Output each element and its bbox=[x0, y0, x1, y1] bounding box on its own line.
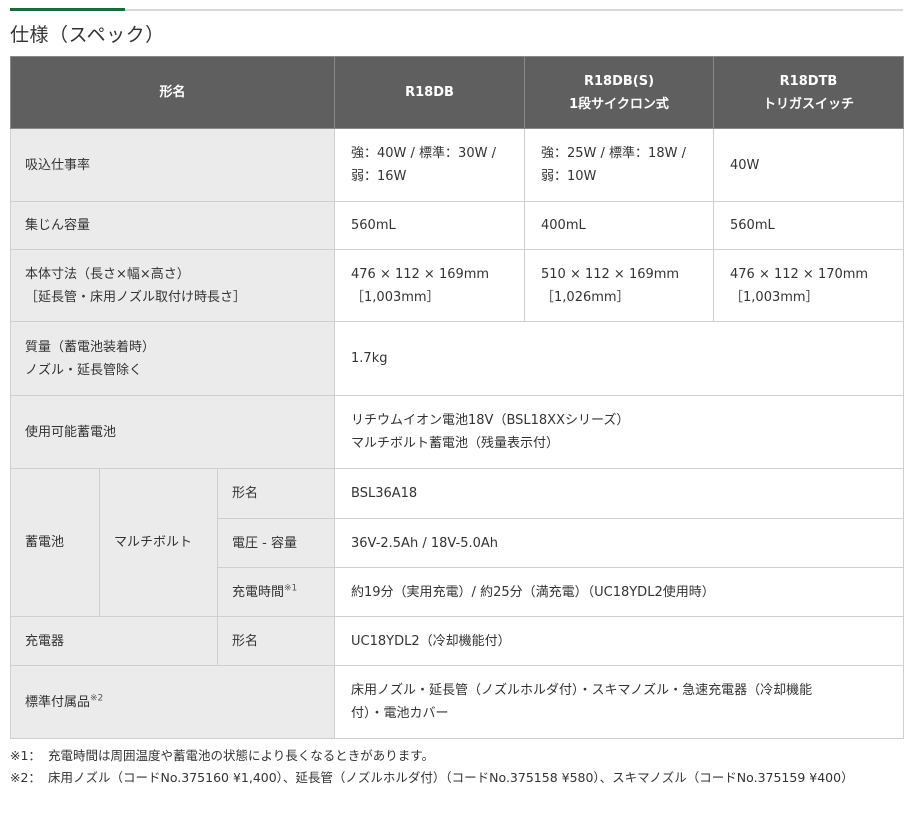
cell-battery-model: BSL36A18 bbox=[334, 468, 905, 519]
header-model-r18dbs: R18DB(S) 1段サイクロン式 bbox=[524, 56, 715, 129]
cell-line: 強：40W / 標準：30W / bbox=[351, 146, 496, 161]
row-label-mass: 質量（蓄電池装着時） ノズル・延長管除く bbox=[9, 321, 336, 396]
table-row-charger: 充電器 形名 UC18YDL2（冷却機能付） bbox=[10, 616, 905, 666]
cell-line: 弱：16W bbox=[351, 169, 407, 184]
footnote-ref: ※1 bbox=[284, 583, 298, 594]
spec-table: 形名 R18DB R18DB(S) 1段サイクロン式 R18DTB トリガスイッ… bbox=[9, 56, 905, 739]
cell-suction-r18dbs: 強：25W / 標準：18W / 弱：10W bbox=[524, 128, 715, 202]
header-model-r18db: R18DB bbox=[334, 56, 526, 129]
page-title: 仕様（スペック） bbox=[10, 24, 165, 46]
cell-line: 弱：10W bbox=[541, 169, 597, 184]
cell-size-r18db: 476 × 112 × 169mm ［1,003mm］ bbox=[334, 249, 526, 322]
footnote-1: ※1： 充電時間は周囲温度や蓄電池の状態により長くなるときがあります。 bbox=[10, 745, 903, 767]
cell-suction-r18db: 強：40W / 標準：30W / 弱：16W bbox=[334, 128, 526, 202]
row-label-battery-model: 形名 bbox=[216, 468, 336, 519]
cell-mass: 1.7kg bbox=[334, 321, 905, 396]
label-line: 質量（蓄電池装着時） bbox=[25, 339, 156, 355]
cell-suction-r18dtb: 40W bbox=[713, 128, 905, 202]
cell-accessories: 床用ノズル・延長管（ノズルホルダ付）・スキマノズル・急速充電器（冷却機能 付）・… bbox=[334, 665, 905, 739]
footnote-2: ※2： 床用ノズル（コードNo.375160 ¥1,400）、延長管（ノズルホル… bbox=[10, 767, 903, 789]
row-label-battery: 蓄電池 bbox=[10, 468, 100, 617]
row-label-accessories: 標準付属品※2 bbox=[9, 665, 336, 739]
header-model-name: R18DB(S) bbox=[583, 73, 655, 89]
table-row-suction-power: 吸込仕事率 強：40W / 標準：30W / 弱：16W 強：25W / 標準：… bbox=[9, 128, 905, 202]
row-label-multivolt: マルチボルト bbox=[99, 468, 218, 617]
table-row-usable-battery: 使用可能蓄電池 リチウムイオン電池18V（BSL18XXシリーズ） マルチボルト… bbox=[9, 395, 905, 469]
title-rule-accent bbox=[10, 8, 125, 11]
cell-size-r18dtb: 476 × 112 × 170mm ［1,003mm］ bbox=[713, 249, 905, 322]
cell-usable-battery: リチウムイオン電池18V（BSL18XXシリーズ） マルチボルト蓄電池（残量表示… bbox=[334, 395, 905, 469]
header-model-name: R18DB bbox=[405, 85, 454, 100]
header-model-label: 形名 bbox=[9, 56, 336, 129]
row-label-usable-battery: 使用可能蓄電池 bbox=[9, 395, 336, 469]
label-text: 充電時間 bbox=[232, 584, 285, 600]
table-row-battery-model: 蓄電池 マルチボルト 形名 BSL36A18 bbox=[10, 468, 905, 617]
footnote-mark: ※1： bbox=[10, 748, 41, 763]
table-header-row: 形名 R18DB R18DB(S) 1段サイクロン式 R18DTB トリガスイッ… bbox=[9, 56, 905, 129]
row-label-dust-capacity: 集じん容量 bbox=[9, 201, 336, 250]
header-model-subtitle: 1段サイクロン式 bbox=[569, 96, 669, 112]
table-row-accessories: 標準付属品※2 床用ノズル・延長管（ノズルホルダ付）・スキマノズル・急速充電器（… bbox=[9, 665, 905, 739]
footnote-mark: ※2： bbox=[10, 770, 41, 785]
cell-line: 40W bbox=[730, 157, 760, 173]
cell-line: 床用ノズル・延長管（ノズルホルダ付）・スキマノズル・急速充電器（冷却機能 bbox=[351, 683, 813, 698]
cell-dust-r18dbs: 400mL bbox=[524, 201, 715, 250]
footnote-text: 充電時間は周囲温度や蓄電池の状態により長くなるときがあります。 bbox=[48, 748, 435, 763]
cell-line: マルチボルト蓄電池（残量表示付） bbox=[351, 436, 560, 451]
header-model-subtitle: トリガスイッチ bbox=[763, 96, 855, 112]
cell-line: 476 × 112 × 169mm bbox=[351, 266, 490, 282]
row-label-charge-time: 充電時間※1 bbox=[216, 567, 336, 617]
cell-line: ［1,003mm］ bbox=[730, 289, 819, 305]
table-row-mass: 質量（蓄電池装着時） ノズル・延長管除く 1.7kg bbox=[9, 321, 905, 396]
cell-dust-r18db: 560mL bbox=[334, 201, 526, 250]
cell-line: 強：25W / 標準：18W / bbox=[541, 146, 686, 161]
cell-line: ［1,003mm］ bbox=[351, 289, 440, 305]
cell-battery-voltage: 36V-2.5Ah / 18V-5.0Ah bbox=[334, 518, 905, 568]
cell-dust-r18dtb: 560mL bbox=[713, 201, 905, 250]
header-model-name: R18DTB bbox=[779, 73, 838, 89]
row-label-dimensions: 本体寸法（長さ×幅×高さ） ［延長管・床用ノズル取付け時長さ］ bbox=[9, 249, 336, 322]
row-label-charger: 充電器 bbox=[10, 616, 218, 666]
footnote-text: 床用ノズル（コードNo.375160 ¥1,400）、延長管（ノズルホルダ付）（… bbox=[48, 770, 854, 785]
label-line: ［延長管・床用ノズル取付け時長さ］ bbox=[25, 289, 247, 305]
cell-line: 510 × 112 × 169mm bbox=[541, 266, 680, 282]
label-line: 本体寸法（長さ×幅×高さ） bbox=[25, 266, 190, 282]
cell-charge-time: 約19分（実用充電）/ 約25分（満充電）（UC18YDL2使用時） bbox=[334, 567, 905, 617]
footnotes: ※1： 充電時間は周囲温度や蓄電池の状態により長くなるときがあります。 ※2： … bbox=[10, 745, 903, 789]
table-row-dust-capacity: 集じん容量 560mL 400mL 560mL bbox=[9, 201, 905, 250]
cell-size-r18dbs: 510 × 112 × 169mm ［1,026mm］ bbox=[524, 249, 715, 322]
row-label-suction-power: 吸込仕事率 bbox=[9, 128, 336, 202]
cell-line: リチウムイオン電池18V（BSL18XXシリーズ） bbox=[351, 413, 630, 428]
row-label-charger-model: 形名 bbox=[216, 616, 336, 666]
table-row-dimensions: 本体寸法（長さ×幅×高さ） ［延長管・床用ノズル取付け時長さ］ 476 × 11… bbox=[9, 249, 905, 322]
cell-line: ［1,026mm］ bbox=[541, 289, 630, 305]
cell-line: 476 × 112 × 170mm bbox=[730, 266, 869, 282]
title-rule bbox=[10, 9, 903, 11]
header-model-r18dtb: R18DTB トリガスイッチ bbox=[713, 56, 905, 129]
label-text: 標準付属品 bbox=[25, 694, 91, 710]
row-label-battery-voltage: 電圧 - 容量 bbox=[216, 518, 336, 568]
cell-line: 付）・電池カバー bbox=[351, 706, 449, 721]
label-line: ノズル・延長管除く bbox=[25, 362, 143, 378]
footnote-ref: ※2 bbox=[90, 693, 104, 704]
cell-charger-model: UC18YDL2（冷却機能付） bbox=[334, 616, 905, 666]
